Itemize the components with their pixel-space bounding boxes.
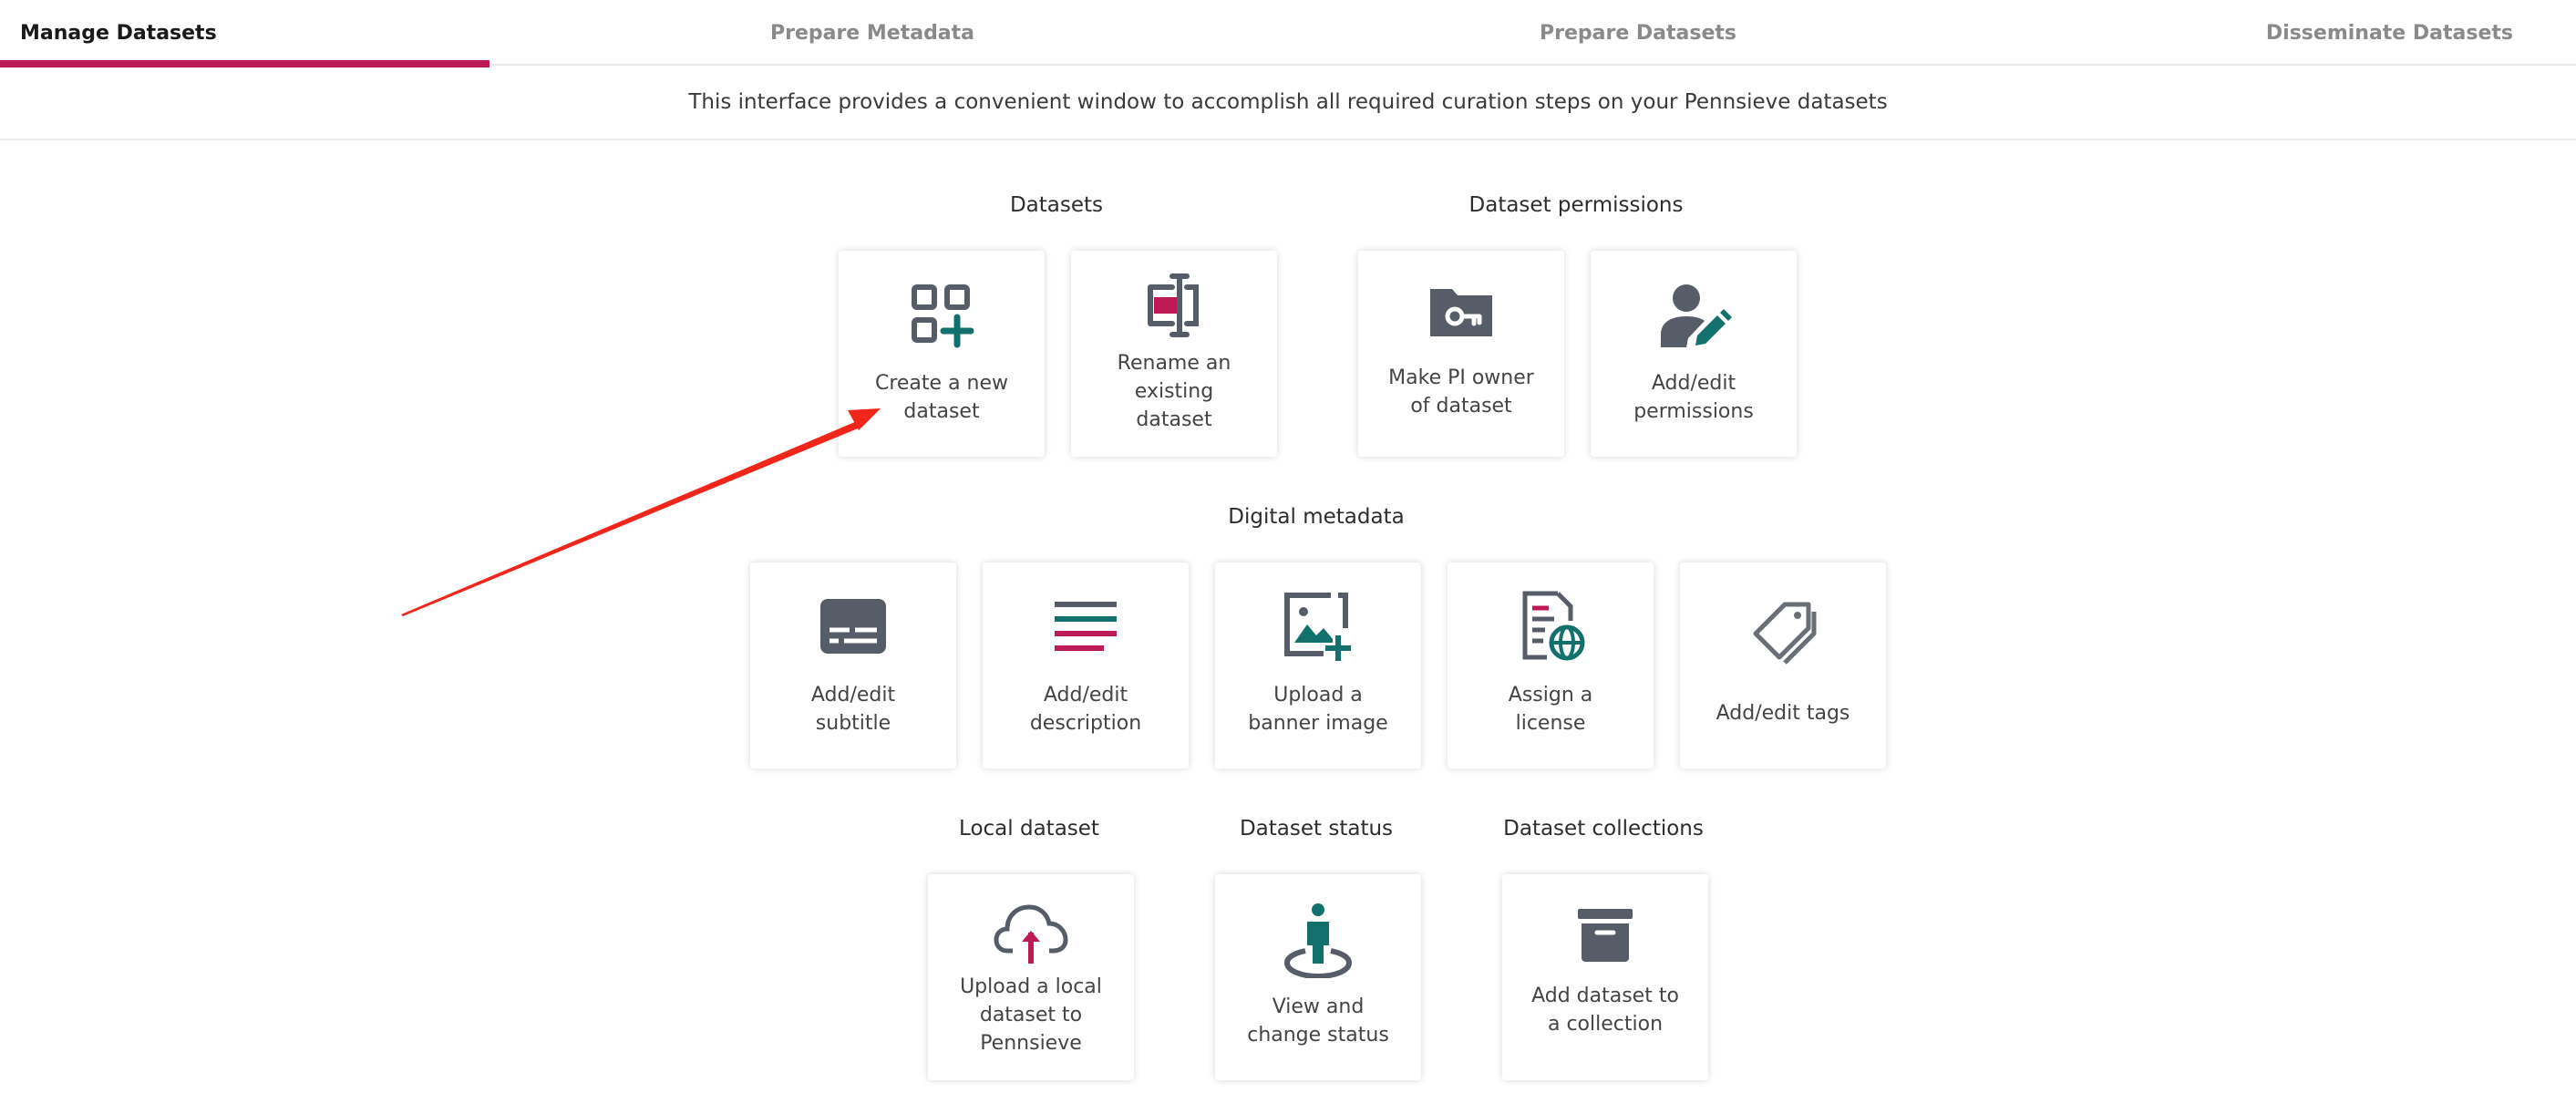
card-label-line: dataset to (979, 1004, 1083, 1026)
tab-label: Prepare Metadata (769, 21, 975, 45)
person-status-icon (1283, 903, 1353, 978)
add-edit-subtitle-card[interactable]: Add/edit subtitle (750, 562, 956, 768)
card-label-line: Upload a local (960, 975, 1102, 998)
card-label-line: Add/edit (1043, 684, 1128, 707)
card-label-line: Add dataset to (1531, 985, 1679, 1007)
tab-prepare-datasets[interactable]: Prepare Datasets (1255, 0, 2021, 66)
card-label-line: Create a new (874, 372, 1009, 395)
assign-license-card[interactable]: Assign a license (1448, 562, 1654, 768)
card-label-line: subtitle (815, 712, 891, 735)
text-cursor-rename-icon (1148, 273, 1199, 337)
section-title-datasets: Datasets (1009, 193, 1104, 217)
card-label-line: Assign a (1508, 684, 1593, 707)
section-title-permissions: Dataset permissions (1468, 193, 1684, 217)
make-pi-owner-card[interactable]: Make PI owner of dataset (1358, 251, 1564, 457)
tab-label: Manage Datasets (20, 21, 217, 45)
intro-text: This interface provides a convenient win… (0, 66, 2576, 140)
tab-label: Prepare Datasets (1539, 21, 1736, 45)
card-label-line: Rename an (1117, 352, 1231, 375)
card-label-line: View and (1272, 995, 1365, 1018)
card-label-line: dataset (1136, 408, 1212, 431)
grid-plus-icon (912, 284, 974, 348)
card-label-line: existing (1134, 380, 1214, 403)
card-label-line: Make PI owner (1388, 366, 1534, 389)
upload-local-dataset-card[interactable]: Upload a local dataset to Pennsieve (928, 874, 1134, 1080)
document-globe-icon (1522, 591, 1585, 661)
card-label-line: of dataset (1410, 395, 1512, 418)
card-label-line: permissions (1633, 400, 1754, 423)
card-label-line: change status (1247, 1024, 1389, 1047)
card-label-line: a collection (1547, 1013, 1664, 1036)
section-title-local-dataset: Local dataset (959, 817, 1099, 841)
card-label-line: banner image (1248, 712, 1388, 735)
upload-banner-image-card[interactable]: Upload a banner image (1215, 562, 1421, 768)
card-label-line: license (1515, 712, 1586, 735)
card-label-line: Pennsieve (980, 1032, 1082, 1055)
tab-manage-datasets[interactable]: Manage Datasets (0, 0, 489, 67)
cloud-upload-icon (994, 904, 1068, 964)
user-edit-icon (1661, 284, 1732, 347)
tab-disseminate-datasets[interactable]: Disseminate Datasets (2021, 0, 2513, 66)
card-label-line: Add/edit (1651, 372, 1736, 395)
section-title-digital-metadata: Digital metadata (1228, 505, 1405, 529)
add-edit-description-card[interactable]: Add/edit description (983, 562, 1189, 768)
create-dataset-card[interactable]: Create a new dataset (839, 251, 1045, 457)
archive-box-icon (1578, 909, 1633, 962)
tab-label: Disseminate Datasets (2265, 21, 2513, 45)
card-label-line: Add/edit (810, 684, 896, 707)
card-label-line: Upload a (1273, 684, 1363, 707)
tags-icon (1753, 602, 1817, 665)
top-tab-bar: Manage Datasets Prepare Metadata Prepare… (0, 0, 2576, 67)
tab-prepare-metadata[interactable]: Prepare Metadata (489, 0, 1255, 66)
add-edit-permissions-card[interactable]: Add/edit permissions (1591, 251, 1797, 457)
rename-dataset-card[interactable]: Rename an existing dataset (1071, 251, 1277, 457)
card-label-line: Add/edit tags (1716, 702, 1850, 725)
image-plus-icon (1284, 593, 1351, 661)
subtitles-icon (820, 599, 886, 654)
add-to-collection-card[interactable]: Add dataset to a collection (1502, 874, 1708, 1080)
section-title-dataset-status: Dataset status (1239, 817, 1394, 841)
section-title-dataset-collections: Dataset collections (1503, 817, 1704, 841)
view-change-status-card[interactable]: View and change status (1215, 874, 1421, 1080)
card-label-line: description (1029, 712, 1142, 735)
card-label-line: dataset (903, 400, 980, 423)
folder-key-icon (1430, 289, 1492, 336)
add-edit-tags-card[interactable]: Add/edit tags (1680, 562, 1886, 768)
text-lines-icon (1055, 602, 1117, 651)
